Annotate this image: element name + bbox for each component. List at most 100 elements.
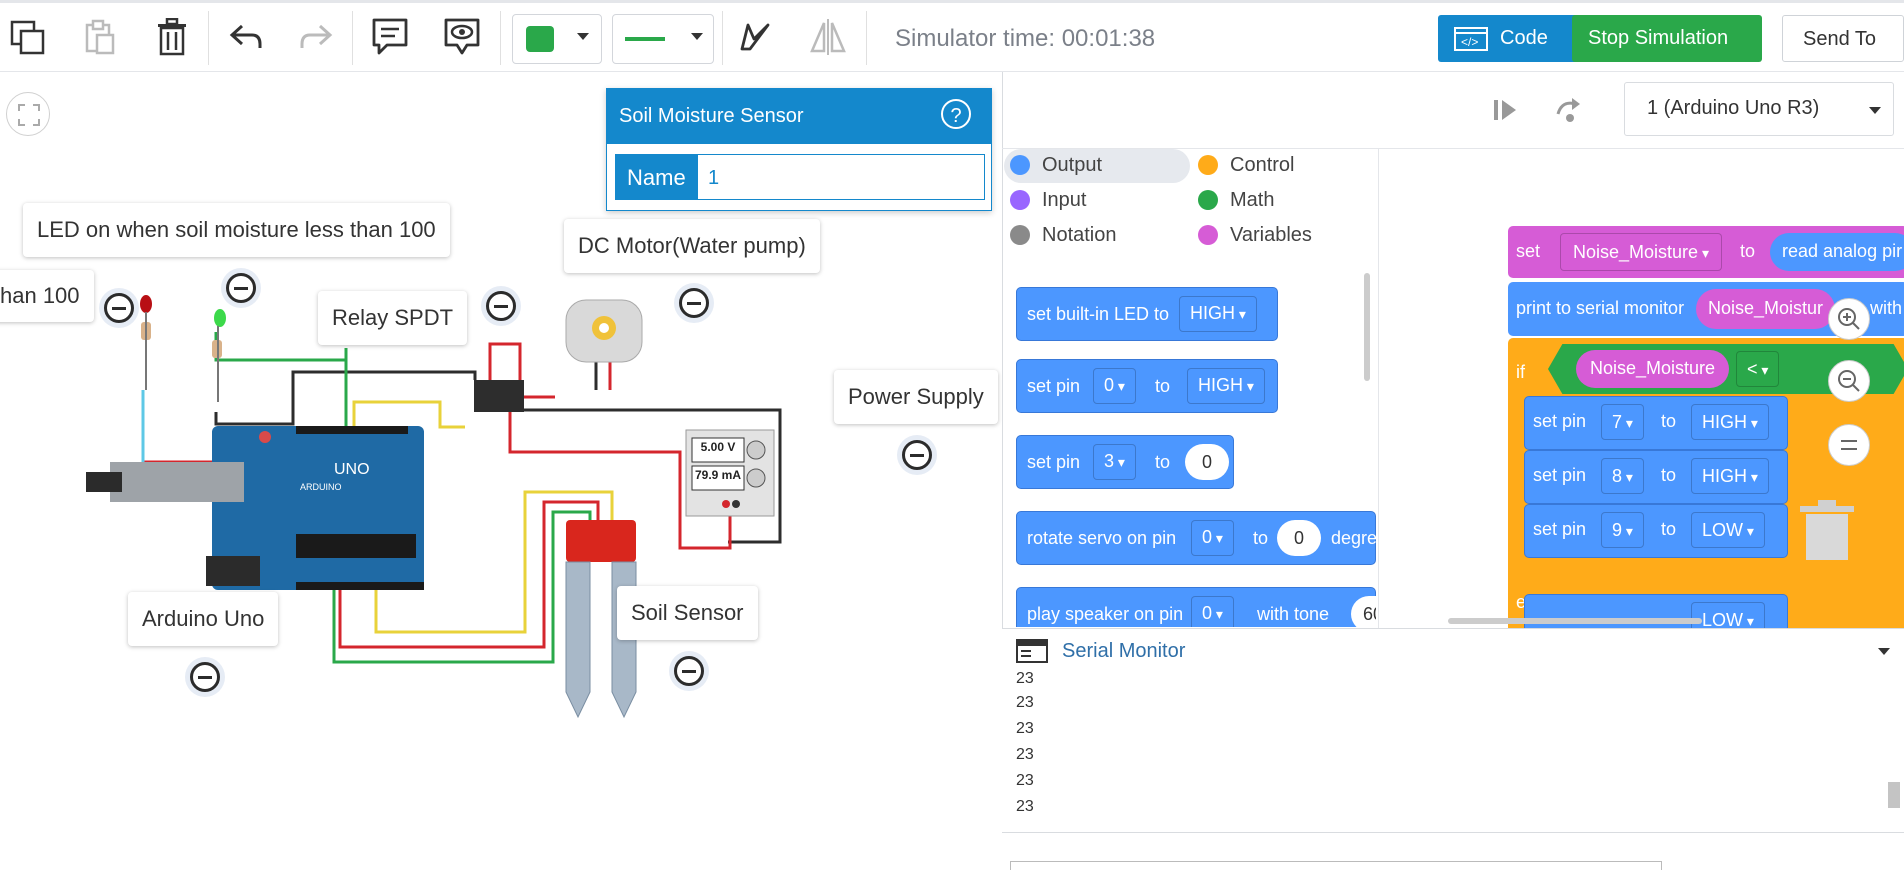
callout-arduino[interactable]: Arduino Uno: [128, 592, 279, 646]
dropdown-value[interactable]: 0: [1191, 596, 1234, 627]
chevron-down-icon: [691, 33, 703, 40]
pin-dropdown[interactable]: 7: [1601, 404, 1644, 440]
pin-dropdown[interactable]: 9: [1601, 512, 1644, 548]
serial-line: 23: [1016, 798, 1034, 815]
dropdown-value[interactable]: HIGH: [1187, 368, 1265, 404]
undo-icon[interactable]: [226, 17, 266, 57]
category-math[interactable]: Math: [1198, 189, 1274, 212]
category-control[interactable]: Control: [1198, 154, 1294, 177]
number-input[interactable]: 60: [1351, 596, 1376, 627]
chevron-down-icon[interactable]: [1878, 648, 1890, 655]
block-set-pin-8[interactable]: set pin 8 to HIGH: [1524, 450, 1788, 504]
workspace-trash-icon[interactable]: [1796, 500, 1858, 562]
serial-input[interactable]: [1010, 861, 1662, 870]
callout-motor[interactable]: DC Motor(Water pump): [564, 219, 820, 273]
category-input[interactable]: Input: [1010, 189, 1086, 212]
serial-output: [1002, 672, 1904, 832]
zoom-in-button[interactable]: [1828, 298, 1870, 340]
block-set-pin-9[interactable]: set pin 9 to LOW: [1524, 504, 1788, 558]
chevron-down-icon: [577, 33, 589, 40]
step-icon[interactable]: [1492, 98, 1520, 122]
serial-monitor-header[interactable]: Serial Monitor: [1002, 628, 1904, 674]
block-rotate-servo[interactable]: rotate servo on pin 0 to 0 degre: [1016, 511, 1376, 565]
svg-text:</>: </>: [1461, 35, 1478, 49]
operator-dropdown[interactable]: <: [1736, 351, 1780, 387]
red-led: [140, 295, 152, 390]
category-variables[interactable]: Variables: [1198, 224, 1312, 247]
zoom-reset-button[interactable]: [1828, 424, 1870, 466]
help-icon[interactable]: ?: [941, 99, 971, 129]
palette-divider: [1378, 148, 1379, 628]
block-set-pin[interactable]: set pin 0 to HIGH: [1016, 359, 1278, 413]
board-select-value: 1 (Arduino Uno R3): [1647, 97, 1820, 119]
collapse-note-button[interactable]: [226, 273, 256, 303]
script-workspace[interactable]: set Noise_Moisture to read analog pir pr…: [1378, 148, 1904, 628]
dropdown-value[interactable]: HIGH: [1179, 296, 1257, 332]
line-style-dropdown[interactable]: [612, 14, 714, 64]
send-to-button[interactable]: Send To: [1782, 15, 1904, 62]
collapse-note-button[interactable]: [679, 288, 709, 318]
dc-motor: [565, 299, 643, 363]
serial-line: 23: [1016, 670, 1034, 687]
block-set-builtin-led[interactable]: set built-in LED to HIGH: [1016, 287, 1278, 341]
callout-led-note-partial[interactable]: han 100: [0, 270, 94, 322]
callout-power[interactable]: Power Supply: [834, 370, 998, 424]
serial-monitor-icon: [1016, 639, 1048, 663]
block-set-variable[interactable]: set Noise_Moisture to read analog pir: [1508, 226, 1904, 278]
serial-scrollbar[interactable]: [1888, 782, 1900, 808]
variable-reporter[interactable]: Noise_Moistur: [1696, 289, 1836, 329]
pin-dropdown[interactable]: 8: [1601, 458, 1644, 494]
callout-soil[interactable]: Soil Sensor: [617, 586, 758, 640]
category-output[interactable]: Output: [1010, 154, 1102, 177]
category-notation[interactable]: Notation: [1010, 224, 1117, 247]
number-input[interactable]: 0: [1185, 444, 1229, 480]
collapse-note-button[interactable]: [902, 440, 932, 470]
mirror-icon[interactable]: [808, 17, 848, 57]
trash-icon[interactable]: [152, 17, 192, 57]
dropdown-value[interactable]: 3: [1093, 444, 1136, 480]
code-icon: </>: [1454, 27, 1488, 51]
callout-relay[interactable]: Relay SPDT: [318, 291, 468, 345]
collapse-note-button[interactable]: [190, 662, 220, 692]
redo-icon[interactable]: [296, 17, 336, 57]
stop-label: Stop Simulation: [1588, 27, 1729, 49]
zoom-out-button[interactable]: [1828, 360, 1870, 402]
note-icon[interactable]: [370, 17, 410, 57]
board-select[interactable]: 1 (Arduino Uno R3): [1624, 82, 1894, 136]
stop-simulation-button[interactable]: Stop Simulation: [1572, 15, 1762, 62]
value-dropdown[interactable]: LOW: [1691, 512, 1765, 548]
collapse-note-button[interactable]: [674, 656, 704, 686]
value-dropdown[interactable]: LOW: [1691, 602, 1765, 628]
callout-led-note[interactable]: LED on when soil moisture less than 100: [23, 203, 450, 257]
eye-icon[interactable]: [442, 17, 482, 57]
inspector-header: Soil Moisture Sensor ?: [607, 89, 991, 144]
dropdown-value[interactable]: 0: [1191, 520, 1234, 556]
line-style: [625, 37, 665, 41]
number-input[interactable]: 0: [1277, 520, 1321, 556]
dropdown-value[interactable]: 0: [1093, 368, 1136, 404]
color-swatch: [526, 26, 554, 52]
name-input[interactable]: 1: [697, 154, 985, 200]
collapse-note-button[interactable]: [104, 293, 134, 323]
step-over-icon[interactable]: [1554, 96, 1586, 124]
block-play-speaker[interactable]: play speaker on pin 0 with tone 60: [1016, 587, 1376, 627]
fill-color-dropdown[interactable]: [512, 14, 602, 64]
collapse-note-button[interactable]: [486, 291, 516, 321]
value-dropdown[interactable]: HIGH: [1691, 458, 1769, 494]
paste-icon[interactable]: [80, 17, 120, 57]
block-set-pin-7[interactable]: set pin 7 to HIGH: [1524, 396, 1788, 450]
serial-line: 23: [1016, 694, 1034, 711]
value-dropdown[interactable]: HIGH: [1691, 404, 1769, 440]
variable-dropdown[interactable]: Noise_Moisture: [1560, 233, 1722, 271]
toolbar: Simulator time: 00:01:38 </> Code Stop S…: [0, 0, 1904, 72]
simulator-time: Simulator time: 00:01:38: [895, 25, 1156, 52]
read-analog-block[interactable]: read analog pir: [1770, 233, 1904, 271]
copy-icon[interactable]: [8, 17, 48, 57]
serial-line: 23: [1016, 772, 1034, 789]
block-set-pin-value[interactable]: set pin 3 to 0: [1016, 435, 1234, 489]
variable-reporter[interactable]: Noise_Moisture: [1576, 350, 1730, 388]
equals-icon: [1841, 440, 1857, 450]
palette-scrollbar[interactable]: [1364, 273, 1370, 381]
workspace-h-scrollbar[interactable]: [1448, 618, 1702, 624]
pen-icon[interactable]: [734, 17, 774, 57]
